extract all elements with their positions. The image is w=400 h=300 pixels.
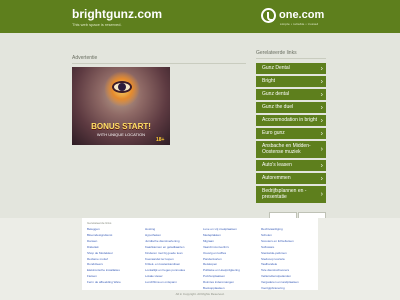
related-link-item[interactable]: Autoremmen › (256, 173, 326, 184)
chevron-right-icon: › (320, 117, 323, 124)
footer-links-box: Gerelateerde links Beleggen Bloemdesignd… (82, 218, 318, 290)
related-links-label: Gerelateerde links (256, 50, 297, 56)
footer-column-3: Luxe en vrij zoekplaatsen Medeplakken Mi… (203, 227, 240, 292)
related-link-label: Bedrijfsplannen en -presentatie (262, 188, 307, 200)
footer-link[interactable]: Kaartkannen en geladkaarten (145, 245, 185, 251)
footer-column-4: Rechtvaardiging Scholen Scooters en lich… (261, 227, 299, 292)
related-link-item[interactable]: Bedrijfsplannen en -presentatie › (256, 186, 326, 203)
ad-banner[interactable]: BONUS START! WITH UNIQUE LOCATION 18+ (72, 67, 170, 145)
footer: Gerelateerde links Beleggen Bloemdesignd… (0, 218, 400, 300)
onecom-logo-tagline: simple • reliable • trusted (280, 22, 319, 26)
copyright-text: All in Copyright. All Rights Reserved. (175, 292, 225, 296)
chevron-right-icon: › (320, 162, 323, 169)
onecom-logo-icon[interactable] (261, 8, 276, 23)
chevron-right-icon: › (320, 91, 323, 98)
related-link-item[interactable]: Auto's leasen › (256, 160, 326, 171)
footer-link[interactable]: Scooters en lichtefietsen (261, 239, 299, 245)
site-header: brightgunz.com This web space is reserve… (0, 0, 400, 33)
related-link-label: Accommodation in bright (262, 117, 318, 123)
footer-column-2: Hosting Hypotheken Juridische dienstverl… (145, 227, 185, 286)
chevron-right-icon: › (320, 175, 323, 182)
footer-column-1: Beleggen Bloemdesigndienst Dansen Diëtet… (87, 227, 121, 286)
ads-divider (72, 63, 246, 64)
footer-link[interactable]: Ferm de afbeelding Ware (87, 280, 121, 286)
related-link-label: Gunz the duel (262, 104, 294, 110)
chevron-right-icon: › (320, 65, 323, 72)
footer-link[interactable]: Kinderen met bij goede tuan (145, 251, 185, 257)
related-link-label: Ansbache en Midden-Oostense muziek (262, 143, 311, 155)
ad-bonus-text: BONUS START! (91, 122, 151, 131)
ads-label: Advertentie (72, 55, 98, 61)
ad-pupil (118, 83, 126, 91)
chevron-right-icon: › (320, 104, 323, 111)
related-link-label: Gunz Dental (262, 65, 290, 71)
site-title[interactable]: brightgunz.com (72, 7, 162, 21)
related-links-list: Gunz Dental › Bright › Gunz dental › Gunz t… (256, 63, 326, 205)
related-link-label: Euro gunz (262, 130, 285, 136)
chevron-right-icon: › (320, 78, 323, 85)
related-link-item[interactable]: Bright › (256, 76, 326, 87)
footer-link[interactable]: Lunchfilma en ontspann (145, 280, 185, 286)
chevron-right-icon: › (320, 130, 323, 137)
related-link-item[interactable]: Gunz Dental › (256, 63, 326, 74)
related-link-item[interactable]: Gunz dental › (256, 89, 326, 100)
related-link-label: Bright (262, 78, 276, 84)
related-divider (256, 58, 326, 59)
chevron-right-icon: › (320, 145, 323, 153)
related-link-label: Autoremmen (262, 175, 291, 181)
related-link-label: Auto's leasen (262, 162, 292, 168)
footer-title: Gerelateerde links (87, 221, 112, 225)
onecom-logo-text[interactable]: one.com (279, 9, 324, 21)
footer-link[interactable]: Juridische dienstverlening (145, 239, 185, 245)
site-subtitle: This web space is reserved. (72, 22, 122, 27)
chevron-right-icon: › (320, 190, 323, 198)
related-link-item[interactable]: Ansbache en Midden-Oostense muziek › (256, 141, 326, 158)
related-link-label: Gunz dental (262, 91, 289, 97)
related-link-item[interactable]: Accommodation in bright › (256, 115, 326, 126)
related-link-item[interactable]: Gunz the duel › (256, 102, 326, 113)
related-link-item[interactable]: Euro gunz › (256, 128, 326, 139)
ad-age-badge: 18+ (156, 137, 165, 143)
